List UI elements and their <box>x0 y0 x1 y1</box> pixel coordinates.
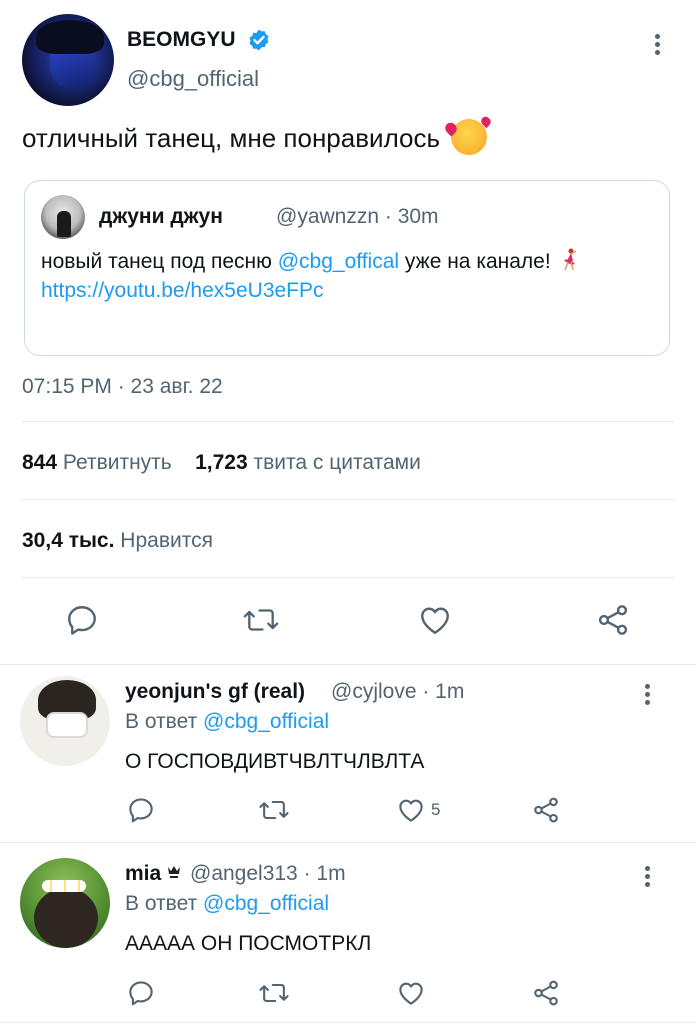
tweet-text-content: отличный танец, мне понравилось <box>22 122 441 153</box>
reply-author-handle[interactable]: @cyjlove <box>331 680 417 703</box>
divider <box>22 577 674 578</box>
retweets-label[interactable]: Ретвитнуть <box>63 451 172 474</box>
reply-author-avatar[interactable] <box>20 676 110 766</box>
reply-text: О ГОСПОВДИВТЧВЛТЧЛВЛТА <box>125 750 425 773</box>
quoted-text-after: уже на канале! <box>404 250 551 273</box>
retweet-icon <box>243 609 279 631</box>
crown-icon <box>168 866 181 879</box>
divider <box>0 664 696 665</box>
like-icon <box>399 982 423 1005</box>
dancer-icon <box>563 248 576 271</box>
quoted-tweet-text: новый танец под песню @cbg_offical уже н… <box>41 247 641 305</box>
reply-author-avatar[interactable] <box>20 858 110 948</box>
more-options-icon[interactable] <box>645 863 650 890</box>
quoted-author-meta: @yawnzzn · 30m <box>276 205 439 229</box>
reply-icon <box>129 981 153 1006</box>
reply-time: · 1m <box>422 680 465 703</box>
share-button[interactable] <box>530 978 562 1008</box>
retweet-icon <box>259 800 289 820</box>
quoted-mention-link[interactable]: @cbg_offical <box>278 250 399 273</box>
more-options-icon[interactable] <box>645 681 650 708</box>
share-icon <box>534 980 558 1006</box>
like-count: 5 <box>431 800 441 819</box>
retweet-button[interactable] <box>258 978 290 1008</box>
verified-badge-icon <box>249 29 269 51</box>
reply-icon <box>129 798 153 823</box>
share-button[interactable] <box>530 795 562 825</box>
tweet-timestamp[interactable]: 07:15 PM · 23 авг. 22 <box>22 375 223 399</box>
retweet-quote-stats: 844 Ретвитнуть 1,723 твита с цитатами <box>22 451 421 475</box>
reply-author-name-row: mia <box>125 862 181 886</box>
quoted-text-before: новый танец под песню <box>41 250 272 273</box>
quotes-label[interactable]: твита с цитатами <box>254 451 421 474</box>
reply-button[interactable] <box>126 978 156 1008</box>
reply-author-meta: @angel313 · 1m <box>190 862 346 886</box>
reply-author-name[interactable]: mia <box>125 862 161 885</box>
retweet-button[interactable] <box>258 795 290 825</box>
quoted-tweet-card[interactable]: джуни джун @yawnzzn · 30m новый танец по… <box>24 180 670 356</box>
like-icon <box>399 799 423 822</box>
like-button[interactable] <box>416 602 454 638</box>
author-name[interactable]: BEOMGYU <box>127 28 236 52</box>
likes-stats: 30,4 тыс. Нравится <box>22 529 213 553</box>
divider <box>0 842 696 843</box>
reply-time: · 1m <box>303 862 346 885</box>
reply-to-mention[interactable]: @cbg_official <box>203 710 329 733</box>
quotes-count[interactable]: 1,723 <box>195 451 248 474</box>
divider <box>0 1022 696 1023</box>
more-options-icon[interactable] <box>655 31 660 58</box>
reply-button[interactable] <box>126 795 156 825</box>
quoted-author-avatar <box>41 195 85 239</box>
like-button[interactable] <box>395 978 431 1008</box>
divider <box>22 421 674 422</box>
reply-text: АААAА ОН ПОСМОТРКЛ <box>125 932 372 955</box>
share-button[interactable] <box>594 602 632 638</box>
reply-button[interactable] <box>64 602 100 638</box>
author-handle[interactable]: @cbg_official <box>127 66 259 92</box>
like-icon <box>421 607 449 634</box>
reply-author-name[interactable]: yeonjun's gf (real) <box>125 680 305 704</box>
quoted-author-handle: @yawnzzn <box>276 205 380 228</box>
reply-author-handle[interactable]: @angel313 <box>190 862 298 885</box>
quoted-url-link[interactable]: https://youtu.be/hex5eU3eFPc <box>41 279 324 302</box>
share-icon <box>534 797 558 823</box>
smiling-face-with-hearts-icon <box>451 119 488 155</box>
divider <box>22 499 674 500</box>
quoted-time: · 30m <box>384 205 439 228</box>
likes-label[interactable]: Нравится <box>120 529 213 552</box>
tweet-text: отличный танец, мне понравилось <box>22 119 488 158</box>
share-icon <box>598 605 628 635</box>
reply-prefix: В ответ <box>125 892 198 915</box>
reply-to-mention[interactable]: @cbg_official <box>203 892 329 915</box>
quoted-author-name: джуни джун <box>99 205 223 228</box>
retweet-button[interactable] <box>242 602 280 638</box>
retweet-icon <box>259 983 289 1003</box>
reply-icon <box>68 606 96 635</box>
author-avatar[interactable] <box>22 14 114 106</box>
reply-author-meta: @cyjlove · 1m <box>331 680 464 704</box>
reply-to-line: В ответ @cbg_official <box>125 892 329 916</box>
reply-prefix: В ответ <box>125 710 198 733</box>
retweets-count[interactable]: 844 <box>22 451 57 474</box>
likes-count[interactable]: 30,4 тыс. <box>22 529 114 552</box>
reply-to-line: В ответ @cbg_official <box>125 710 329 734</box>
like-button[interactable]: 5 <box>395 795 440 825</box>
